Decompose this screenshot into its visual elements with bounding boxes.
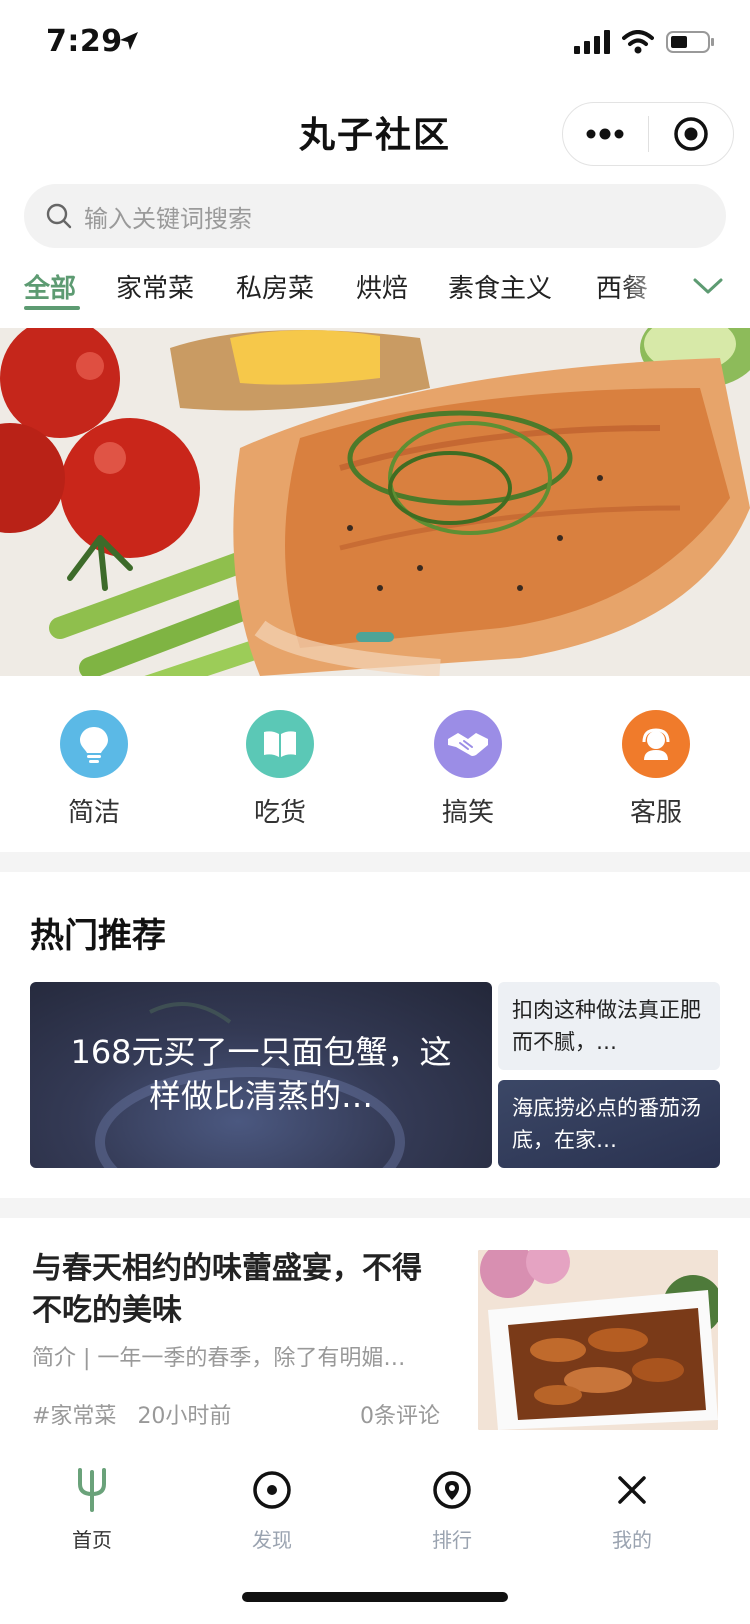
tab-fade: [620, 258, 680, 318]
hot-side-title: 扣肉这种做法真正肥而不腻，…: [512, 998, 701, 1054]
quick-item-support[interactable]: 客服: [586, 710, 726, 829]
quick-label: 客服: [629, 798, 682, 828]
mini-program-capsule: [562, 102, 734, 166]
home-indicator: [242, 1592, 508, 1602]
search-input[interactable]: 输入关键词搜索: [24, 184, 726, 248]
banner-carousel[interactable]: [0, 328, 750, 676]
quick-entry-grid: 简洁 吃货 搞笑 客服: [0, 700, 750, 850]
quick-item-funny[interactable]: 搞笑: [398, 710, 538, 829]
location-pin-icon: [433, 1471, 471, 1509]
tabbar-label: 我的: [612, 1528, 652, 1552]
tab-private-kitchen[interactable]: 私房菜: [236, 268, 314, 305]
nav-header: 丸子社区: [0, 88, 750, 176]
tab-all[interactable]: 全部: [24, 268, 76, 305]
tab-baking[interactable]: 烘焙: [356, 268, 408, 305]
signal-icon: [574, 30, 610, 54]
hot-section-title: 热门推荐: [30, 916, 166, 956]
target-icon: [674, 117, 708, 151]
search-placeholder: 输入关键词搜索: [84, 204, 252, 233]
status-time: 7:29: [46, 24, 123, 59]
hot-side-card[interactable]: 扣肉这种做法真正肥而不腻，…: [498, 982, 720, 1070]
hot-side-title: 海底捞必点的番茄汤底，在家…: [512, 1096, 701, 1152]
fork-icon: [78, 1468, 106, 1512]
lightbulb-icon: [60, 710, 128, 778]
handshake-icon: [434, 710, 502, 778]
quick-label: 吃货: [253, 798, 306, 828]
more-button[interactable]: [563, 102, 648, 166]
tabbar-label: 发现: [252, 1528, 292, 1552]
tabbar-discover[interactable]: 发现: [212, 1468, 332, 1553]
discover-icon: [253, 1471, 291, 1509]
hot-side-card[interactable]: 海底捞必点的番茄汤底，在家…: [498, 1080, 720, 1168]
section-divider: [0, 1198, 750, 1218]
article-thumbnail: [478, 1250, 718, 1430]
tab-vegetarian[interactable]: 素食主义: [448, 268, 552, 305]
section-divider: [0, 852, 750, 872]
article-tag: #家常菜: [32, 1404, 117, 1429]
battery-icon: [666, 31, 714, 53]
search-icon: [46, 203, 72, 229]
bottom-tab-bar: 首页 发现 排行 我的: [0, 1448, 750, 1558]
category-tabs: 全部 家常菜 私房菜 烘焙 素食主义 西餐: [0, 258, 750, 318]
quick-item-simple[interactable]: 简洁: [24, 710, 164, 829]
quick-label: 搞笑: [441, 798, 494, 828]
article-time: 20小时前: [137, 1404, 232, 1429]
close-icon: [618, 1476, 646, 1504]
tabbar-label: 排行: [432, 1528, 472, 1552]
banner-image: [0, 328, 750, 676]
support-agent-icon: [622, 710, 690, 778]
hot-main-card[interactable]: 168元买了一只面包蟹，这样做比清蒸的…: [30, 982, 492, 1168]
article-description: 简介 | 一年一季的春季，除了有明媚…: [32, 1346, 406, 1371]
status-bar: 7:29: [0, 0, 750, 88]
article-meta: #家常菜 20小时前: [32, 1398, 231, 1430]
article-title: 与春天相约的味蕾盛宴，不得不吃的美味: [32, 1251, 422, 1328]
wifi-icon: [622, 30, 654, 54]
tab-home-cooking[interactable]: 家常菜: [116, 268, 194, 305]
quick-item-foodie[interactable]: 吃货: [210, 710, 350, 829]
hot-main-title: 168元买了一只面包蟹，这样做比清蒸的…: [70, 1033, 452, 1115]
tab-active-underline: [24, 306, 80, 310]
tabbar-ranking[interactable]: 排行: [392, 1468, 512, 1553]
book-icon: [246, 710, 314, 778]
tabbar-mine[interactable]: 我的: [572, 1468, 692, 1553]
quick-label: 简洁: [67, 798, 120, 828]
status-indicators: [574, 30, 716, 54]
close-miniprogram-button[interactable]: [649, 102, 734, 166]
more-dots-icon: [586, 128, 624, 140]
chevron-down-icon[interactable]: [692, 276, 724, 296]
tabbar-home[interactable]: 首页: [32, 1468, 152, 1553]
location-arrow-icon: [120, 32, 138, 50]
article-comments: 0条评论: [360, 1404, 440, 1429]
carousel-indicator: [356, 632, 394, 642]
tabbar-label: 首页: [72, 1528, 112, 1552]
